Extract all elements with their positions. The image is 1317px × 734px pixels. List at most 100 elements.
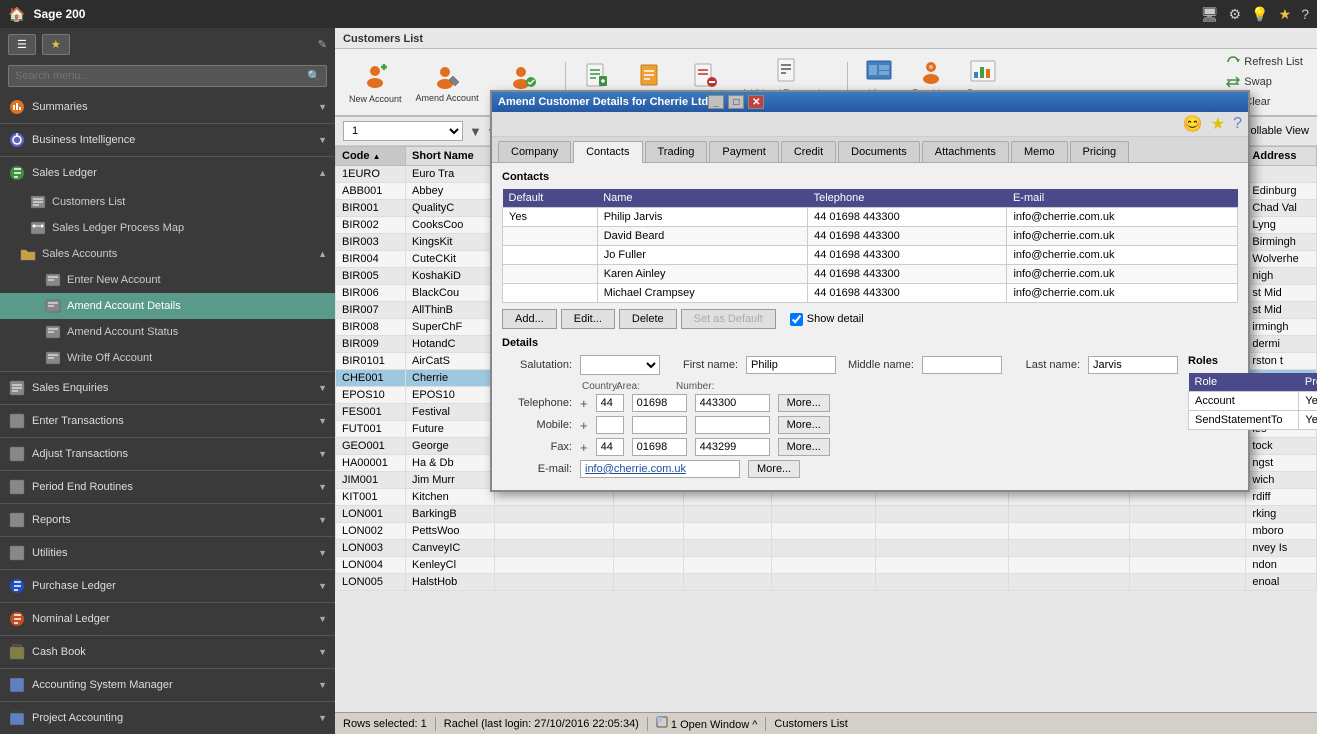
contact-row[interactable]: Michael Crampsey44 01698 443300info@cher… [503,284,1238,303]
swap-button[interactable]: Swap [1220,73,1309,91]
write-off-account-icon [45,350,61,366]
modal-star-icon[interactable]: ★ [1211,114,1225,134]
mobile-country-input[interactable] [596,416,624,434]
sidebar-item-reports[interactable]: Reports ▼ [0,504,335,536]
new-account-button[interactable]: New Account [343,59,408,106]
sidebar-subsection-sales-accounts[interactable]: Sales Accounts ▲ [0,241,335,267]
sidebar-search-input[interactable] [8,65,327,87]
sidebar-item-project-accounting[interactable]: Project Accounting ▼ [0,702,335,734]
sidebar-item-adjust-transactions[interactable]: Adjust Transactions ▼ [0,438,335,470]
fax-number-input[interactable] [695,438,770,456]
additional-transactions-icon [774,57,802,88]
sidebar-section-bi: Business Intelligence ▼ [0,124,335,157]
telephone-more-button[interactable]: More... [778,394,830,412]
mobile-more-button[interactable]: More... [778,416,830,434]
tab-payment[interactable]: Payment [709,141,778,162]
refresh-list-button[interactable]: Refresh List [1220,53,1309,71]
table-row[interactable]: LON002PettsWoomboro [336,523,1317,540]
add-contact-button[interactable]: Add... [502,309,557,329]
sidebar-item-purchase-ledger[interactable]: Purchase Ledger ▼ [0,570,335,602]
modal-help-icon[interactable]: ? [1233,115,1242,133]
sidebar-item-sales-enquiries[interactable]: Sales Enquiries ▼ [0,372,335,404]
sidebar-item-enter-transactions[interactable]: Enter Transactions ▼ [0,405,335,437]
mobile-number-input[interactable] [695,416,770,434]
details-left: Salutation: First name: Middle name: Las… [502,355,1178,482]
col-header-short-name[interactable]: Short Name [406,147,495,166]
fax-area-input[interactable] [632,438,687,456]
lightbulb-icon[interactable]: 💡 [1251,6,1268,23]
sidebar-item-asm[interactable]: Accounting System Manager ▼ [0,669,335,701]
sidebar-item-sales-ledger[interactable]: Sales Ledger ▲ [0,157,335,189]
tab-memo[interactable]: Memo [1011,141,1068,162]
contact-row[interactable]: Karen Ainley44 01698 443300info@cherrie.… [503,265,1238,284]
edit-contact-button[interactable]: Edit... [561,309,615,329]
telephone-number-input[interactable] [695,394,770,412]
modal-restore-button[interactable]: □ [728,95,744,109]
amend-account-button[interactable]: Amend Account [410,60,485,105]
delete-contact-button[interactable]: Delete [619,309,677,329]
sidebar-item-amend-account-status[interactable]: Amend Account Status [0,319,335,345]
roles-row[interactable]: AccountYes [1189,392,1317,411]
col-header-code[interactable]: Code ▲ [336,147,406,166]
sidebar-item-period-end[interactable]: Period End Routines ▼ [0,471,335,503]
tab-contacts[interactable]: Contacts [573,141,642,163]
modal-minimize-button[interactable]: _ [708,95,724,109]
tab-credit[interactable]: Credit [781,141,836,162]
sidebar-favorites-button[interactable]: ★ [42,34,70,55]
middle-name-label: Middle name: [844,359,914,371]
sidebar-item-cash-book[interactable]: Cash Book ▼ [0,636,335,668]
roles-row[interactable]: SendStatementToYes [1189,411,1317,430]
email-input[interactable] [580,460,740,478]
tab-documents[interactable]: Documents [838,141,920,162]
last-name-input[interactable] [1088,356,1178,374]
sidebar-item-summaries[interactable]: Summaries ▼ [0,91,335,123]
sidebar-item-nominal-ledger[interactable]: Nominal Ledger ▼ [0,603,335,635]
contact-row[interactable]: YesPhilip Jarvis44 01698 443300info@cher… [503,208,1238,227]
sidebar-item-enter-new-account[interactable]: Enter New Account [0,267,335,293]
col-header-addr3[interactable]: Address [1246,147,1317,166]
middle-name-input[interactable] [922,356,1002,374]
table-row[interactable]: LON001BarkingBrking [336,506,1317,523]
sidebar-item-utilities[interactable]: Utilities ▼ [0,537,335,569]
fax-more-button[interactable]: More... [778,438,830,456]
modal-smiley-icon[interactable]: 😊 [1183,114,1203,134]
telephone-area-input[interactable] [632,394,687,412]
star-icon[interactable]: ★ [1279,6,1292,23]
sidebar-item-amend-account-details[interactable]: Amend Account Details [0,293,335,319]
table-row[interactable]: LON004KenleyClndon [336,557,1317,574]
email-more-button[interactable]: More... [748,460,800,478]
contacts-section-title: Contacts [502,171,1238,183]
details-layout: Salutation: First name: Middle name: Las… [502,355,1238,482]
table-row[interactable]: LON005HalstHobenoal [336,574,1317,591]
sidebar-item-bi[interactable]: Business Intelligence ▼ [0,124,335,156]
sidebar-item-process-map[interactable]: Sales Ledger Process Map [0,215,335,241]
tab-pricing[interactable]: Pricing [1070,141,1130,162]
monitor-icon[interactable]: 🖥 [1201,6,1219,23]
filter-icon[interactable]: ▼ [469,124,482,139]
tab-company[interactable]: Company [498,141,571,162]
sidebar-menu-button[interactable]: ☰ [8,34,36,55]
mobile-area-input[interactable] [632,416,687,434]
contact-row[interactable]: Jo Fuller44 01698 443300info@cherrie.com… [503,246,1238,265]
show-detail-checkbox[interactable] [790,313,803,326]
tab-attachments[interactable]: Attachments [922,141,1009,162]
sidebar-item-write-off-account[interactable]: Write Off Account [0,345,335,371]
sidebar-item-customers-list[interactable]: Customers List [0,189,335,215]
sidebar: ☰ ★ ✎ 🔍 Summaries ▼ Business Intellige [0,28,335,734]
help-icon[interactable]: ? [1301,6,1309,23]
top-bar: 🏠 Sage 200 🖥 ⚙ 💡 ★ ? [0,0,1317,28]
contact-row[interactable]: David Beard44 01698 443300info@cherrie.c… [503,227,1238,246]
fax-country-input[interactable] [596,438,624,456]
roles-header: Role Preferred Contact [1189,373,1317,392]
adjust-transactions-arrow: ▼ [318,449,327,459]
salutation-select[interactable] [580,355,660,375]
modal-close-button[interactable]: ✕ [748,95,764,109]
tab-trading[interactable]: Trading [645,141,708,162]
table-row[interactable]: LON003CanveyICnvey Is [336,540,1317,557]
set-as-default-button[interactable]: Set as Default [681,309,776,329]
telephone-country-input[interactable] [596,394,624,412]
first-name-input[interactable] [746,356,836,374]
gear-icon[interactable]: ⚙ [1229,6,1242,23]
sidebar-edit-icon[interactable]: ✎ [318,38,327,51]
filter-dropdown[interactable]: 1 [343,121,463,141]
